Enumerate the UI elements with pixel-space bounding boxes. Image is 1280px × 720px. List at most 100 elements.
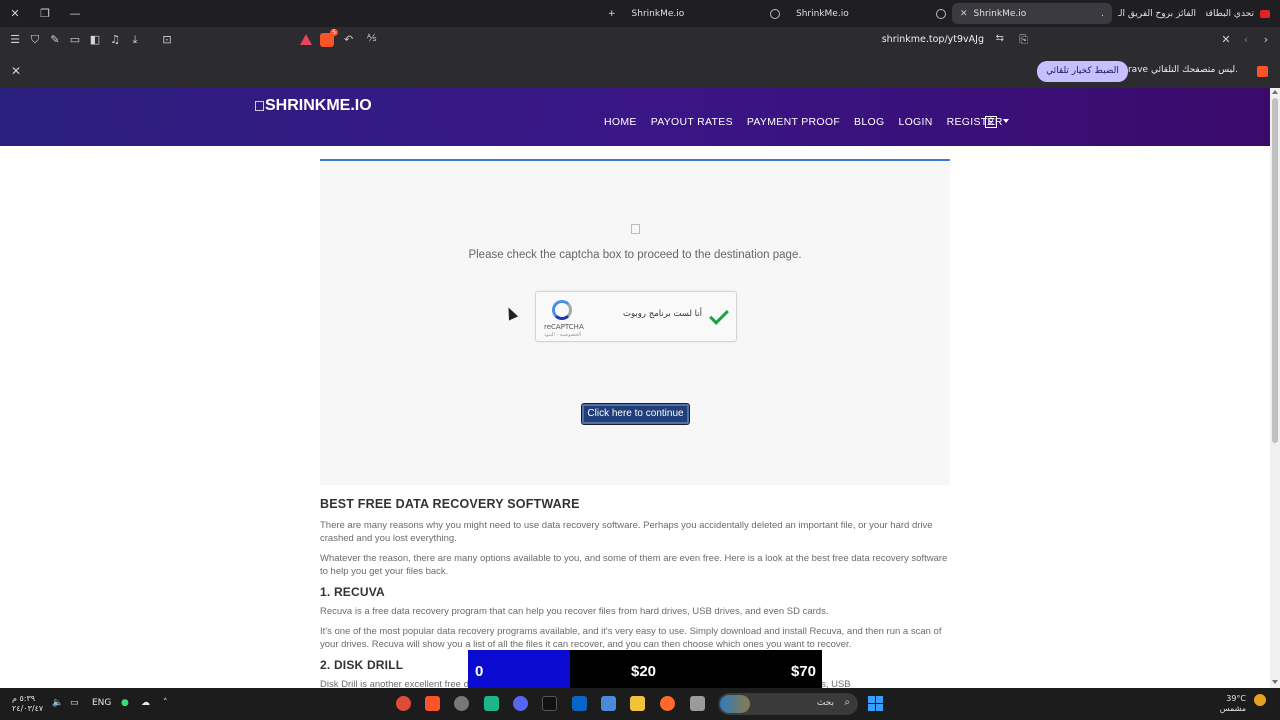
tab-label: تحدي البطاقة (1206, 8, 1254, 19)
tab-arabic-1[interactable]: الفائز بروح الفريق الـ (1118, 3, 1204, 24)
minimize-window-icon[interactable]: — (68, 7, 82, 21)
cloud-icon[interactable]: ☁ (141, 698, 150, 708)
recaptcha-text: reCAPTCHA (544, 323, 584, 331)
puzzle-icon[interactable]: ✎ (48, 33, 62, 47)
back-icon[interactable]: ‹ (1239, 33, 1253, 47)
tune-icon[interactable]: ⇆ (996, 33, 1004, 44)
file-explorer-icon[interactable] (630, 696, 645, 711)
scroll-up-icon[interactable] (1272, 90, 1278, 94)
discord-icon[interactable] (513, 696, 528, 711)
tab-favicon[interactable] (928, 3, 950, 24)
logo-text: SHRINKME.IO (265, 97, 372, 114)
windows-start-icon[interactable] (868, 696, 883, 711)
settings-icon[interactable] (454, 696, 469, 711)
brave-icon[interactable] (425, 696, 440, 711)
chevron-up-icon[interactable]: ˄ (163, 698, 168, 708)
sidebar-icon[interactable]: ◧ (88, 33, 102, 47)
broken-image-icon (631, 224, 640, 234)
restore-window-icon[interactable]: ❐ (38, 7, 52, 21)
scroll-down-icon[interactable] (1272, 680, 1278, 684)
checkmark-icon[interactable] (709, 305, 729, 325)
main-nav: HOME PAYOUT RATES PAYMENT PROOF BLOG LOG… (604, 116, 1003, 130)
weather-condition: مشمس (1219, 704, 1246, 713)
globe-icon (936, 8, 946, 19)
nav-payout-rates[interactable]: PAYOUT RATES (651, 116, 733, 130)
nav-blog[interactable]: BLOG (854, 116, 884, 130)
tiktok-icon[interactable] (542, 696, 557, 711)
store-icon[interactable] (601, 696, 616, 711)
weather-widget[interactable]: 39°C مشمس (1220, 694, 1246, 714)
article-heading: 1. RECUVA (320, 585, 385, 599)
screenshot-icon[interactable]: ⊡ (160, 33, 174, 47)
tab-loading-icon: . (1101, 8, 1104, 19)
tab-label: الفائز بروح الفريق الـ (1118, 8, 1196, 19)
page-scrollbar[interactable] (1270, 88, 1280, 688)
article-title: BEST FREE DATA RECOVERY SOFTWARE (320, 497, 580, 511)
music-icon[interactable]: ♫ (108, 33, 122, 47)
recaptcha-privacy-links[interactable]: الخصوصية - البنود (544, 332, 581, 338)
nav-payment-proof[interactable]: PAYMENT PROOF (747, 116, 840, 130)
search-label: بحث (816, 698, 834, 708)
weather-temp: 39°C (1226, 694, 1246, 703)
windows-taskbar: ٥:٣٩ م ٢٤/٠٣/٤٧ 🔈 ▭ ENG ● ☁ ˄ بحث ⌕ 39°C… (0, 688, 1280, 720)
outlook-icon[interactable] (572, 696, 587, 711)
network-icon[interactable]: ▭ (70, 698, 79, 708)
language-icon[interactable]: 文 (985, 116, 997, 128)
undo-icon[interactable]: ↶ (344, 33, 353, 46)
url-text[interactable]: shrinkme.top/yt9vAJg (882, 34, 984, 45)
brave-shields-icon[interactable]: 5 (320, 29, 338, 47)
clock-time: ٥:٣٩ م (12, 694, 36, 703)
article-paragraph: There are many reasons why you might nee… (320, 520, 933, 544)
nav-home[interactable]: HOME (604, 116, 637, 130)
bookmark-icon[interactable]: ⎘ (1019, 33, 1028, 47)
tabs-icon[interactable]: ▭ (68, 33, 82, 47)
globe-icon (770, 8, 780, 19)
clock-date: ٢٤/٠٣/٤٧ (12, 704, 44, 713)
close-tab-icon[interactable]: ✕ (960, 9, 968, 19)
chevron-down-icon[interactable] (1003, 119, 1009, 123)
tab-shrinkme-2[interactable]: ShrinkMe.io (762, 3, 927, 24)
taskbar-search[interactable]: بحث ⌕ (718, 693, 858, 715)
article-paragraph: Recuva is a free data recovery program t… (320, 606, 829, 617)
site-logo[interactable]: SHRINKME.IO (255, 97, 372, 115)
translate-icon[interactable]: ⅍ (367, 33, 376, 44)
forward-icon[interactable]: › (1259, 33, 1273, 47)
clock[interactable]: ٥:٣٩ م ٢٤/٠٣/٤٧ (12, 694, 43, 714)
close-infobar-icon[interactable]: ✕ (11, 64, 21, 78)
set-default-button[interactable]: الضبط كخيار تلقائي (1037, 61, 1128, 82)
recaptcha-logo-icon (552, 300, 572, 320)
youtube-icon (1260, 9, 1270, 18)
tab-arabic-2[interactable]: تحدي البطاقة (1206, 3, 1278, 24)
new-tab-plus-icon[interactable]: + (608, 9, 616, 19)
close-window-icon[interactable]: ✕ (8, 7, 22, 21)
tab-shrinkme-1[interactable]: + ShrinkMe.io (600, 3, 760, 24)
download-icon[interactable]: ⤓ (128, 33, 142, 47)
ad-value-start: 0 (475, 663, 484, 680)
ad-value-end: $70 (790, 663, 816, 680)
infobar-message: Brave ليس متصفحك التلقائي. (1121, 65, 1238, 75)
search-icon: ⌕ (844, 697, 850, 708)
menu-icon[interactable]: ☰ (8, 33, 22, 47)
microphone-icon[interactable]: ● (121, 698, 129, 708)
brave-rewards-icon[interactable] (300, 34, 312, 45)
app-icon[interactable] (660, 696, 675, 711)
tab-label: ShrinkMe.io (631, 8, 685, 19)
continue-button[interactable]: Click here to continue (581, 403, 690, 425)
tab-shrinkme-active[interactable]: ✕ ShrinkMe.io . (952, 3, 1112, 24)
app-icon[interactable] (484, 696, 499, 711)
nav-login[interactable]: LOGIN (898, 116, 932, 130)
scroll-thumb[interactable] (1272, 98, 1278, 443)
ad-value-mid: $20 (631, 663, 657, 680)
shield-icon[interactable]: ⛉ (28, 33, 42, 47)
article-paragraph: Whatever the reason, there are many opti… (320, 553, 948, 577)
language-indicator[interactable]: ENG (92, 698, 111, 708)
brave-logo-icon (1257, 66, 1268, 77)
app-icon[interactable] (690, 696, 705, 711)
weather-sun-icon (1254, 694, 1266, 706)
recaptcha-widget[interactable]: أنا لست برنامج روبوت reCAPTCHA الخصوصية … (535, 291, 737, 342)
address-bar[interactable]: 5 ↶ ⅍ shrinkme.top/yt9vAJg ⇆ ⎘ (292, 29, 1028, 51)
speaker-icon[interactable]: 🔈 (52, 698, 63, 708)
chrome-icon[interactable] (396, 696, 411, 711)
tab-label: ShrinkMe.io (796, 8, 849, 19)
close-icon[interactable]: ✕ (1219, 33, 1233, 47)
